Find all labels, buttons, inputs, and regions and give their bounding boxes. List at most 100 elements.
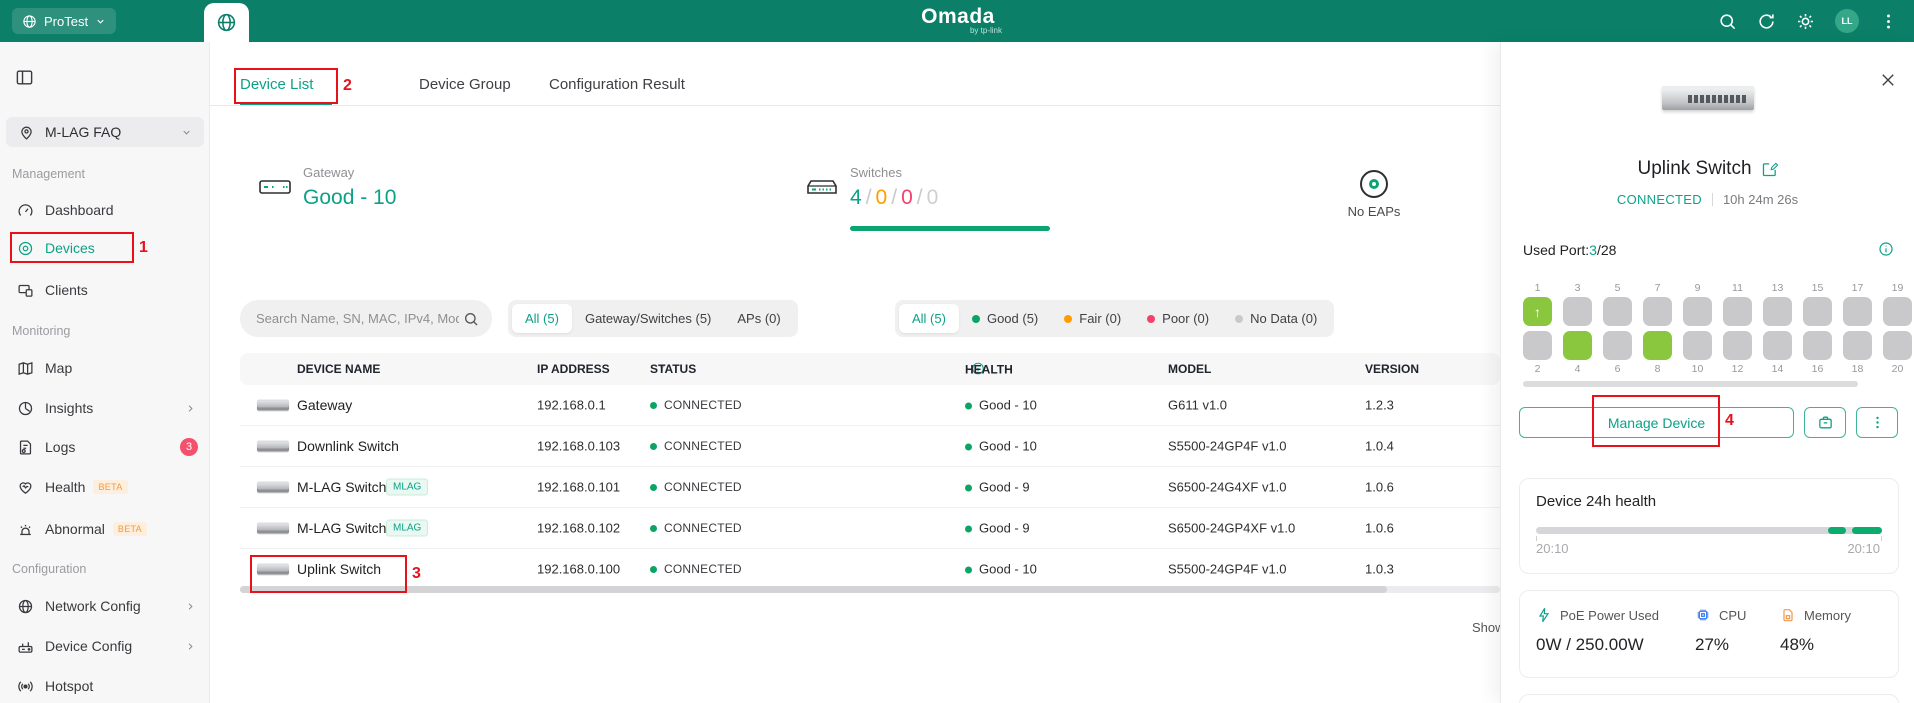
- port-1[interactable]: ↑: [1523, 297, 1552, 326]
- filter-health-poor[interactable]: Poor (0): [1134, 304, 1222, 333]
- omada-logo: Omada by tp-link: [908, 5, 1008, 35]
- device-search: [240, 300, 492, 337]
- sidebar-site-item[interactable]: M-LAG FAQ: [6, 117, 204, 147]
- health-filter: All (5) Good (5) Fair (0) Poor (0) No Da…: [895, 300, 1334, 337]
- avatar[interactable]: LL: [1835, 9, 1859, 33]
- port-3[interactable]: [1563, 297, 1592, 326]
- more-actions-button[interactable]: [1856, 407, 1898, 438]
- abnormal-icon: [17, 521, 34, 538]
- site-selector[interactable]: ProTest: [12, 8, 116, 34]
- gateway-icon: [258, 174, 292, 200]
- port-11[interactable]: [1723, 297, 1752, 326]
- edit-icon[interactable]: [1761, 161, 1778, 178]
- table-row-downlink-switch[interactable]: Downlink Switch 192.168.0.103 CONNECTED …: [240, 426, 1500, 467]
- port-label-7: 7: [1655, 282, 1661, 295]
- memory-label: Memory: [1804, 608, 1851, 623]
- no-eaps-icon: [1360, 170, 1388, 198]
- port-18[interactable]: [1843, 331, 1872, 360]
- port-grid: 1↑23456789101112131415161718192021222324…: [1523, 282, 1914, 378]
- kebab-menu-icon[interactable]: [1879, 12, 1898, 31]
- port-5[interactable]: [1603, 297, 1632, 326]
- search-icon[interactable]: [1718, 12, 1737, 31]
- panel-status: CONNECTED: [1617, 192, 1702, 207]
- filter-health-fair[interactable]: Fair (0): [1051, 304, 1134, 333]
- port-label-18: 18: [1852, 363, 1864, 376]
- port-label-13: 13: [1772, 282, 1784, 295]
- port-15[interactable]: [1803, 297, 1832, 326]
- sidebar-item-insights[interactable]: Insights: [0, 394, 209, 422]
- sidebar: M-LAG FAQ Management Dashboard Devices C…: [0, 42, 210, 703]
- tab-device-list[interactable]: Device List: [240, 76, 313, 93]
- search-icon: [463, 311, 479, 327]
- port-19[interactable]: [1883, 297, 1912, 326]
- port-2[interactable]: [1523, 331, 1552, 360]
- manage-device-button[interactable]: Manage Device: [1519, 407, 1794, 438]
- port-4[interactable]: [1563, 331, 1592, 360]
- device-24h-health-card: Device 24h health 20:10 20:10: [1519, 478, 1899, 574]
- device-detail-panel: Uplink Switch CONNECTED 10h 24m 26s Used…: [1500, 42, 1914, 703]
- network-config-icon: [17, 598, 34, 615]
- search-input[interactable]: [240, 311, 463, 326]
- port-10[interactable]: [1683, 331, 1712, 360]
- device-config-icon: [17, 638, 34, 655]
- port-label-19: 19: [1892, 282, 1904, 295]
- sidebar-collapse-icon[interactable]: [15, 68, 34, 87]
- tab-device-group[interactable]: Device Group: [419, 76, 511, 93]
- horizontal-scrollbar[interactable]: [240, 586, 1500, 593]
- device-thumbnail: [257, 523, 289, 534]
- showing-label: Showing: [1472, 620, 1500, 635]
- port-16[interactable]: [1803, 331, 1832, 360]
- port-14[interactable]: [1763, 331, 1792, 360]
- device-table: DEVICE NAME IP ADDRESS STATUS HEALTH MOD…: [240, 353, 1500, 590]
- refresh-icon[interactable]: [1757, 12, 1776, 31]
- globe-icon: [22, 14, 37, 29]
- port-6[interactable]: [1603, 331, 1632, 360]
- port-info-icon[interactable]: [1878, 241, 1894, 257]
- gateway-stat-value: Good - 10: [303, 186, 396, 210]
- filter-health-all[interactable]: All (5): [899, 304, 959, 333]
- site-name: M-LAG FAQ: [45, 124, 181, 140]
- port-label-2: 2: [1535, 363, 1541, 376]
- sidebar-item-device-config[interactable]: Device Config: [0, 632, 209, 660]
- port-20[interactable]: [1883, 331, 1912, 360]
- sidebar-item-logs[interactable]: Logs 3: [0, 433, 209, 461]
- port-7[interactable]: [1643, 297, 1672, 326]
- filter-gateway-switches[interactable]: Gateway/Switches (5): [572, 304, 724, 333]
- table-row-uplink-switch[interactable]: Uplink Switch 192.168.0.100 CONNECTED Go…: [240, 549, 1500, 590]
- globe-icon: [216, 12, 237, 33]
- port-grid-scrollbar[interactable]: [1523, 381, 1858, 387]
- filter-health-nodata[interactable]: No Data (0): [1222, 304, 1330, 333]
- no-eaps-label: No EAPs: [1334, 204, 1414, 219]
- filter-health-good[interactable]: Good (5): [959, 304, 1051, 333]
- port-label-16: 16: [1812, 363, 1824, 376]
- close-icon[interactable]: [1879, 71, 1897, 89]
- device-thumbnail: [257, 441, 289, 452]
- theme-brightness-icon[interactable]: [1796, 12, 1815, 31]
- table-row-gateway[interactable]: Gateway 192.168.0.1 CONNECTED Good - 10 …: [240, 385, 1500, 426]
- sidebar-item-network-config[interactable]: Network Config: [0, 592, 209, 620]
- sidebar-item-hotspot[interactable]: Hotspot: [0, 672, 209, 700]
- sidebar-item-dashboard[interactable]: Dashboard: [0, 196, 209, 224]
- switches-stat-label: Switches: [850, 165, 902, 180]
- port-8[interactable]: [1643, 331, 1672, 360]
- port-12[interactable]: [1723, 331, 1752, 360]
- filter-all[interactable]: All (5): [512, 304, 572, 333]
- port-17[interactable]: [1843, 297, 1872, 326]
- section-monitoring: Monitoring: [12, 324, 70, 338]
- table-row-mlag-switch-1[interactable]: M-LAG Switch 1 MLAG 192.168.0.101 CONNEC…: [240, 467, 1500, 508]
- sidebar-item-health[interactable]: Health BETA: [0, 473, 209, 501]
- device-photo: [1662, 86, 1754, 110]
- filter-aps[interactable]: APs (0): [724, 304, 793, 333]
- port-13[interactable]: [1763, 297, 1792, 326]
- sidebar-item-devices[interactable]: Devices: [0, 234, 209, 262]
- sidebar-item-map[interactable]: Map: [0, 354, 209, 382]
- sidebar-item-abnormal[interactable]: Abnormal BETA: [0, 515, 209, 543]
- table-row-mlag-switch-2[interactable]: M-LAG Switch 2 MLAG 192.168.0.102 CONNEC…: [240, 508, 1500, 549]
- port-9[interactable]: [1683, 297, 1712, 326]
- section-configuration: Configuration: [12, 562, 86, 576]
- toolkit-button[interactable]: [1804, 407, 1846, 438]
- global-view-tab[interactable]: [204, 3, 249, 42]
- tab-configuration-result[interactable]: Configuration Result: [549, 76, 685, 93]
- port-label-10: 10: [1692, 363, 1704, 376]
- sidebar-item-clients[interactable]: Clients: [0, 276, 209, 304]
